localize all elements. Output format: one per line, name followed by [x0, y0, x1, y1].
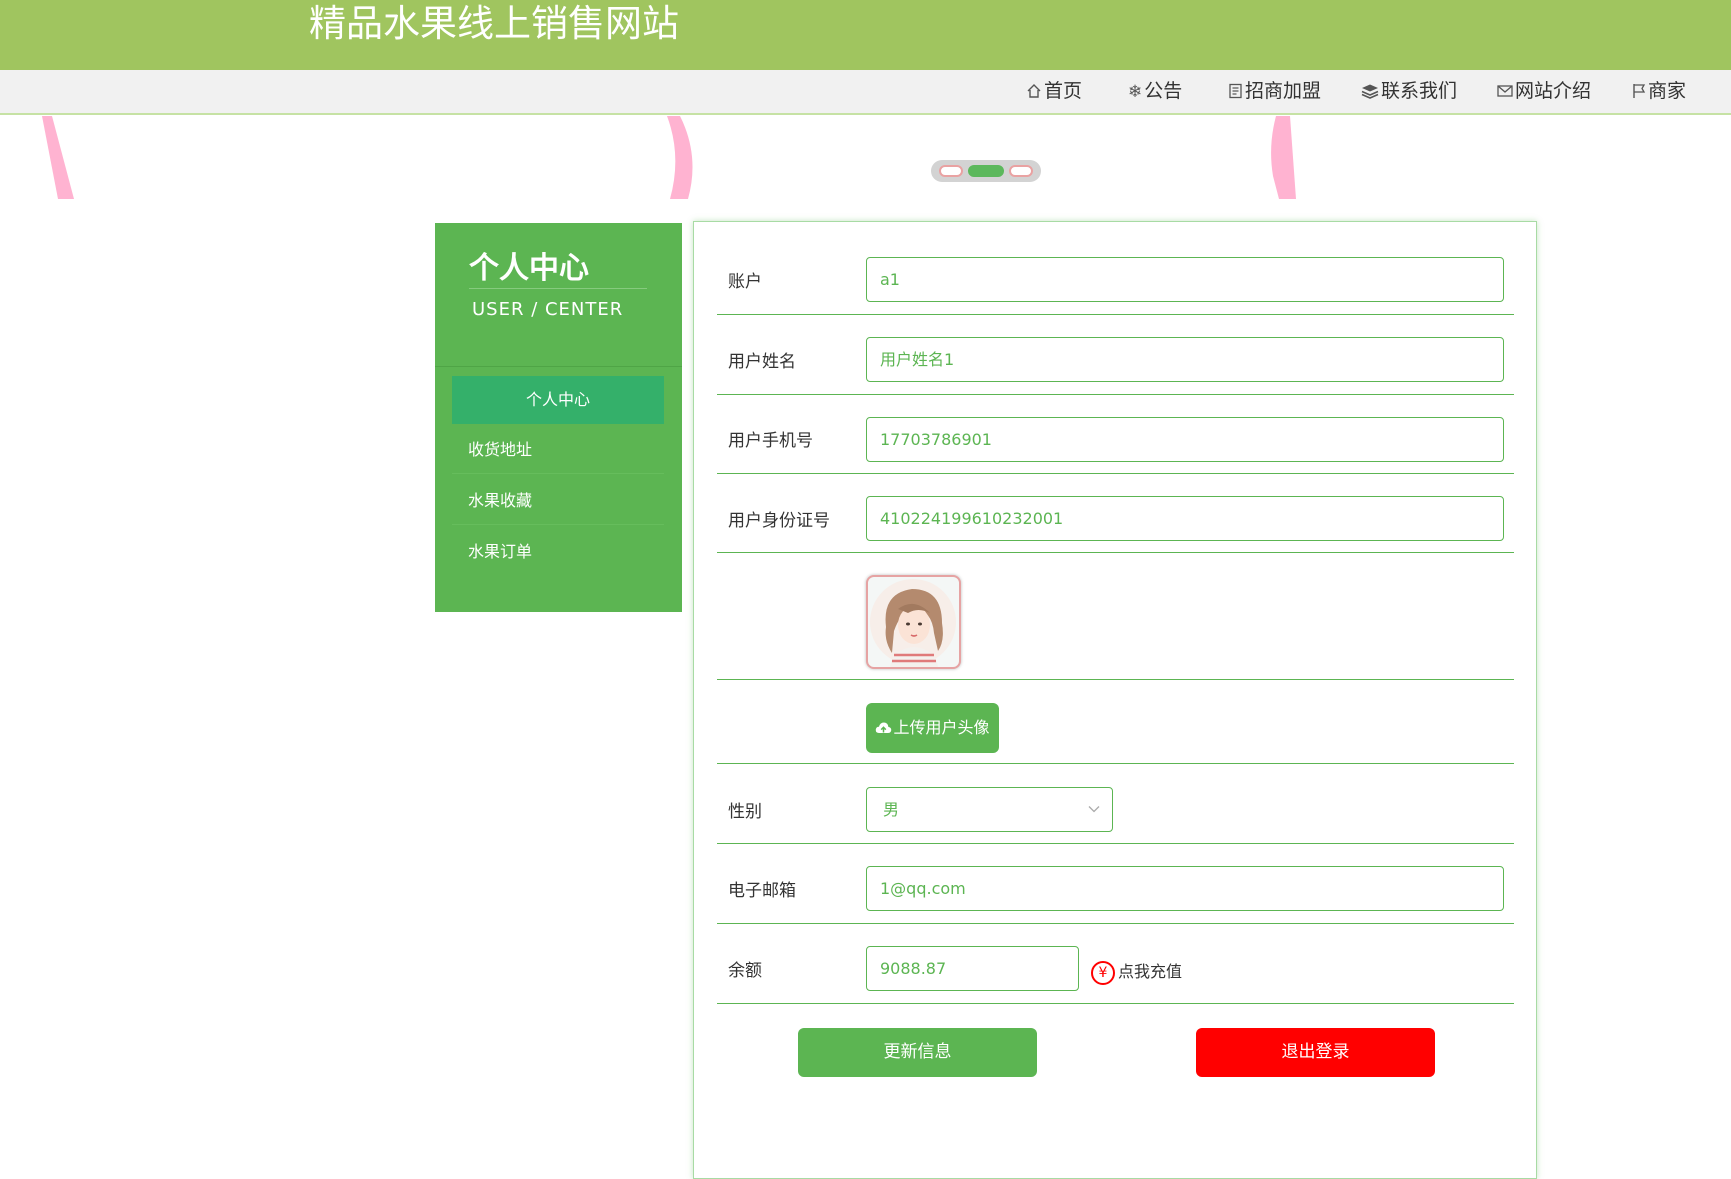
layers-icon — [1361, 71, 1379, 114]
email-label: 电子邮箱 — [728, 881, 796, 901]
row-divider — [717, 473, 1514, 474]
logout-button[interactable]: 退出登录 — [1196, 1028, 1435, 1077]
ribbon-decoration — [42, 116, 1296, 199]
row-divider — [717, 843, 1514, 844]
sidebar-subtitle: USER / CENTER — [472, 299, 624, 320]
nav-item-about[interactable]: 网站介绍 — [1497, 70, 1591, 113]
flag-icon — [1632, 71, 1646, 114]
recharge-link[interactable]: ¥ 点我充值 — [1091, 957, 1182, 987]
nav-label: 联系我们 — [1381, 80, 1458, 102]
row-divider — [717, 923, 1514, 924]
row-divider — [717, 314, 1514, 315]
account-label: 账户 — [728, 272, 762, 292]
snowflake-icon: ❄ — [1128, 82, 1143, 102]
phone-input[interactable]: 17703786901 — [866, 417, 1504, 462]
sidebar-divider — [435, 366, 682, 367]
nav-label: 首页 — [1044, 80, 1083, 102]
cloud-upload-icon — [876, 722, 892, 733]
nav-item-franchise[interactable]: 招商加盟 — [1228, 70, 1321, 113]
carousel-dot[interactable] — [1009, 165, 1033, 177]
row-divider — [717, 763, 1514, 764]
sidebar-title: 个人中心 — [469, 251, 589, 286]
row-divider — [717, 394, 1514, 395]
nav-item-announcement[interactable]: ❄ 公告 — [1128, 70, 1182, 113]
top-nav: 首页 ❄ 公告 招商加盟 联系我们 网站介绍 商家 — [0, 70, 1731, 115]
envelope-icon — [1497, 71, 1513, 114]
recharge-label: 点我充值 — [1118, 962, 1183, 981]
username-input[interactable]: 用户姓名1 — [866, 337, 1504, 382]
row-divider — [717, 1003, 1514, 1004]
upload-avatar-button[interactable]: 上传用户头像 — [866, 703, 999, 753]
nav-label: 公告 — [1144, 80, 1183, 102]
gender-label: 性别 — [728, 802, 762, 822]
home-icon — [1026, 71, 1042, 114]
nav-item-contact[interactable]: 联系我们 — [1361, 70, 1457, 113]
balance-label: 余额 — [728, 961, 762, 981]
nav-item-home[interactable]: 首页 — [1026, 70, 1082, 113]
phone-label: 用户手机号 — [728, 431, 813, 451]
username-label: 用户姓名 — [728, 352, 796, 372]
site-header: 精品水果线上销售网站 — [0, 0, 1731, 70]
balance-input[interactable]: 9088.87 — [866, 946, 1079, 991]
account-input[interactable]: a1 — [866, 257, 1504, 302]
carousel-dot[interactable] — [939, 165, 963, 177]
gender-select[interactable]: 男 — [866, 787, 1113, 832]
avatar-image — [870, 579, 956, 667]
user-sidebar: 个人中心 USER / CENTER 个人中心 收货地址 水果收藏 水果订单 — [435, 223, 682, 612]
site-title: 精品水果线上销售网站 — [309, 2, 679, 45]
upload-label: 上传用户头像 — [893, 718, 990, 737]
nav-item-merchant[interactable]: 商家 — [1632, 70, 1686, 113]
sidebar-item-orders[interactable]: 水果订单 — [452, 528, 664, 576]
carousel-banner — [0, 116, 1731, 199]
nav-label: 网站介绍 — [1515, 80, 1592, 102]
nav-label: 商家 — [1648, 80, 1687, 102]
page: 精品水果线上销售网站 首页 ❄ 公告 招商加盟 联系我们 网站介绍 商家 个人中… — [0, 0, 1731, 1179]
sidebar-item-user-center[interactable]: 个人中心 — [452, 376, 664, 424]
update-info-button[interactable]: 更新信息 — [798, 1028, 1037, 1077]
yen-icon: ¥ — [1091, 960, 1115, 985]
sidebar-title-divider — [469, 288, 647, 289]
email-input[interactable]: 1@qq.com — [866, 866, 1504, 911]
sidebar-item-address[interactable]: 收货地址 — [452, 426, 664, 474]
chevron-down-icon — [1088, 788, 1100, 831]
id-number-input[interactable]: 410224199610232001 — [866, 496, 1504, 541]
profile-form-panel: 账户 a1 用户姓名 用户姓名1 用户手机号 17703786901 用户身份证… — [693, 221, 1537, 1179]
id-number-label: 用户身份证号 — [728, 511, 830, 531]
gender-value: 男 — [883, 800, 900, 819]
carousel-dot-active[interactable] — [968, 165, 1004, 177]
carousel-dots — [931, 160, 1041, 182]
document-icon — [1228, 71, 1243, 114]
sidebar-item-favorites[interactable]: 水果收藏 — [452, 477, 664, 525]
avatar — [866, 575, 961, 669]
nav-label: 招商加盟 — [1245, 80, 1322, 102]
row-divider — [717, 552, 1514, 553]
row-divider — [717, 679, 1514, 680]
